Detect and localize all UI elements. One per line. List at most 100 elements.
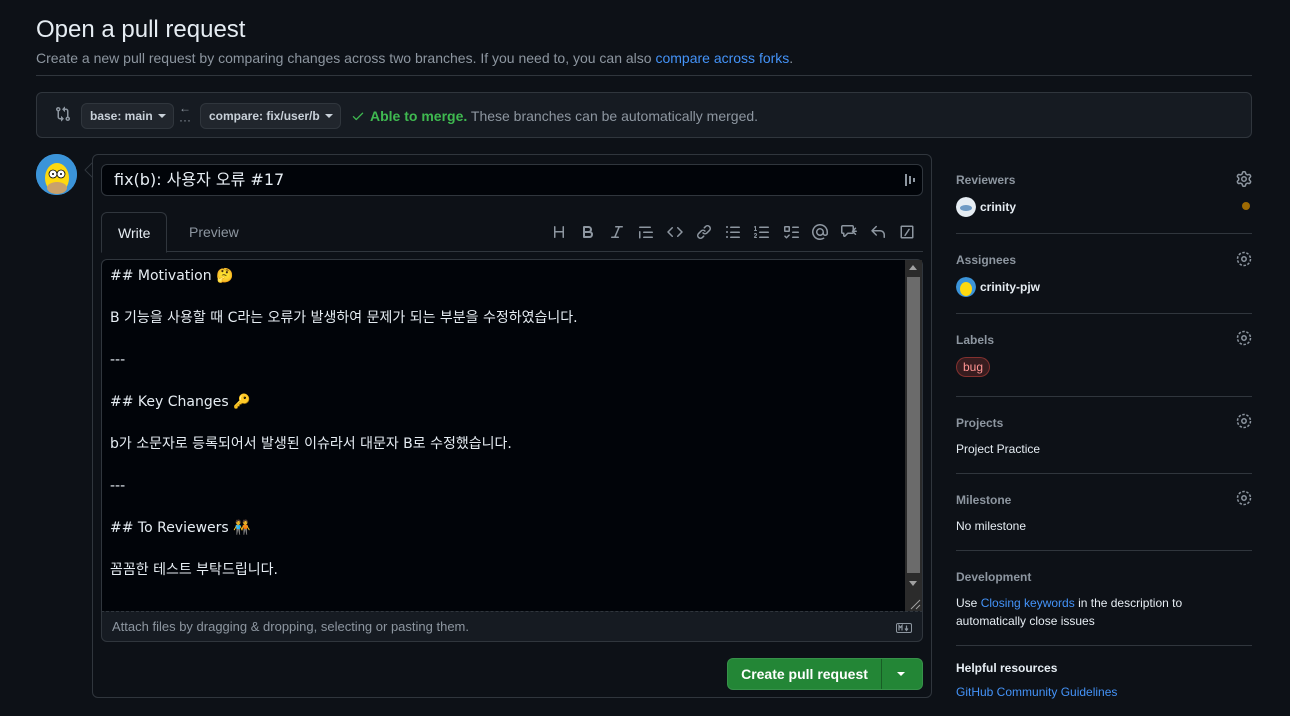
markdown-icon[interactable] [896,623,912,633]
base-branch-label: base: main [90,109,153,123]
resize-grip-icon[interactable] [905,594,922,611]
milestone-heading[interactable]: Milestone [956,491,1011,509]
pr-body-textarea[interactable]: ## Motivation 🤔 B 기능을 사용할 때 C라는 오류가 발생하여… [101,259,923,612]
gear-icon[interactable] [1236,413,1252,429]
development-heading: Development [956,570,1032,584]
header-divider [36,75,1252,76]
sidebar-projects: Projects Project Practice [956,397,1252,474]
milestone-value: No milestone [956,519,1027,533]
body-line: ## Motivation 🤔 [110,268,234,284]
body-line [110,371,900,392]
merge-status: Able to merge. These branches can be aut… [351,108,758,124]
ordered-list-icon[interactable] [747,220,776,244]
development-text-after: in the description to [1074,596,1183,610]
sidebar-reviewers: Reviewers crinity [956,160,1252,234]
slash-command-icon[interactable] [892,220,921,244]
development-text: Use Closing keywords in the description … [956,594,1182,630]
task-list-icon[interactable] [776,220,805,244]
page-subtitle: Create a new pull request by comparing c… [36,50,793,66]
body-line [110,497,900,518]
branch-range-editor: base: main ← ··· compare: fix/user/b Able… [36,92,1252,138]
italic-icon[interactable] [602,220,631,244]
reviewers-heading[interactable]: Reviewers [956,171,1015,189]
mention-icon[interactable] [805,220,834,244]
pr-composer: fix(b): 사용자 오류 #17 Write Preview ## Moti… [92,154,932,698]
assignee-item[interactable]: crinity-pjw [956,277,1040,297]
merge-ok-text: Able to merge. [370,108,468,124]
gear-icon[interactable] [1236,330,1252,346]
subtitle-text: Create a new pull request by comparing c… [36,50,656,66]
sidebar-milestone: Milestone No milestone [956,474,1252,551]
pr-title-input[interactable]: fix(b): 사용자 오류 #17 [101,164,923,196]
editor-scrollbar[interactable] [905,260,922,612]
code-icon[interactable] [660,220,689,244]
sidebar-helpful: Helpful resources GitHub Community Guide… [956,646,1252,706]
tab-preview[interactable]: Preview [173,212,255,253]
scroll-thumb[interactable] [907,277,920,573]
reviewer-name: crinity [980,200,1017,214]
compare-branch-label: compare: fix/user/b [209,109,320,123]
homer-avatar-image [36,154,77,195]
base-branch-select[interactable]: base: main [81,103,174,129]
pr-body-content: ## Motivation 🤔 B 기능을 사용할 때 C라는 오류가 발생하여… [110,266,900,581]
project-value[interactable]: Project Practice [956,440,1040,458]
community-guidelines-link[interactable]: GitHub Community Guidelines [956,683,1117,701]
body-line: 꼼꼼한 테스트 부탁드립니다. [110,562,278,578]
sidebar-assignees: Assignees crinity-pjw [956,234,1252,314]
development-text-before: Use [956,596,981,610]
quote-icon[interactable] [631,220,660,244]
git-compare-icon [56,106,71,122]
body-line: ## Key Changes 🔑 [110,394,251,410]
avatar [956,197,976,217]
pr-sidebar: Reviewers crinity Assignees crinity-pjw … [956,160,1252,706]
avatar[interactable] [36,154,77,195]
scroll-down-icon[interactable] [909,581,917,586]
review-pending-dot [1242,202,1250,210]
body-line [110,455,900,476]
body-line: --- [110,352,126,368]
tab-write[interactable]: Write [101,212,168,253]
heading-icon[interactable] [544,220,573,244]
check-icon [352,112,364,121]
body-line [110,539,900,560]
gear-icon[interactable] [1236,251,1252,267]
body-line [110,413,900,434]
label-list: bug [956,357,991,377]
compare-across-forks-link[interactable]: compare across forks [655,50,789,66]
bold-icon[interactable] [573,220,602,244]
body-line: --- [110,478,126,494]
body-line [110,287,900,308]
body-line: B 기능을 사용할 때 C라는 오류가 발생하여 문제가 되는 부분을 수정하였… [110,310,578,326]
chevron-down-icon[interactable] [897,672,905,676]
create-pull-request-button[interactable]: Create pull request [727,658,923,690]
link-icon[interactable] [689,220,718,244]
closing-keywords-link[interactable]: Closing keywords [981,596,1075,610]
projects-heading[interactable]: Projects [956,414,1003,432]
gear-icon[interactable] [1236,171,1252,187]
sidebar-labels: Labels bug [956,314,1252,397]
markdown-toolbar [544,220,921,244]
reviewer-item[interactable]: crinity [956,197,1016,217]
body-line [110,329,900,350]
text-expander-icon [905,174,915,186]
button-divider [881,659,882,689]
body-line: ## To Reviewers 🧑‍🤝‍🧑 [110,520,251,536]
unordered-list-icon[interactable] [718,220,747,244]
assignees-heading[interactable]: Assignees [956,251,1016,269]
pr-title-value: fix(b): 사용자 오류 #17 [114,170,285,189]
labels-heading[interactable]: Labels [956,331,994,349]
sidebar-development: Development Use Closing keywords in the … [956,551,1252,646]
saved-reply-icon[interactable] [863,220,892,244]
editor-tabs: Write Preview [101,212,923,253]
attach-files-bar[interactable]: Attach files by dragging & dropping, sel… [101,611,923,642]
compare-branch-select[interactable]: compare: fix/user/b [200,103,341,129]
page-title: Open a pull request [36,16,246,43]
cross-reference-icon[interactable] [834,220,863,244]
label-bug[interactable]: bug [956,357,991,377]
subtitle-end: . [789,50,794,66]
helpful-heading: Helpful resources [956,661,1058,675]
gear-icon[interactable] [1236,490,1252,506]
create-pull-request-label: Create pull request [741,666,868,682]
scroll-up-icon[interactable] [909,265,917,270]
attach-hint: Attach files by dragging & dropping, sel… [112,619,469,634]
